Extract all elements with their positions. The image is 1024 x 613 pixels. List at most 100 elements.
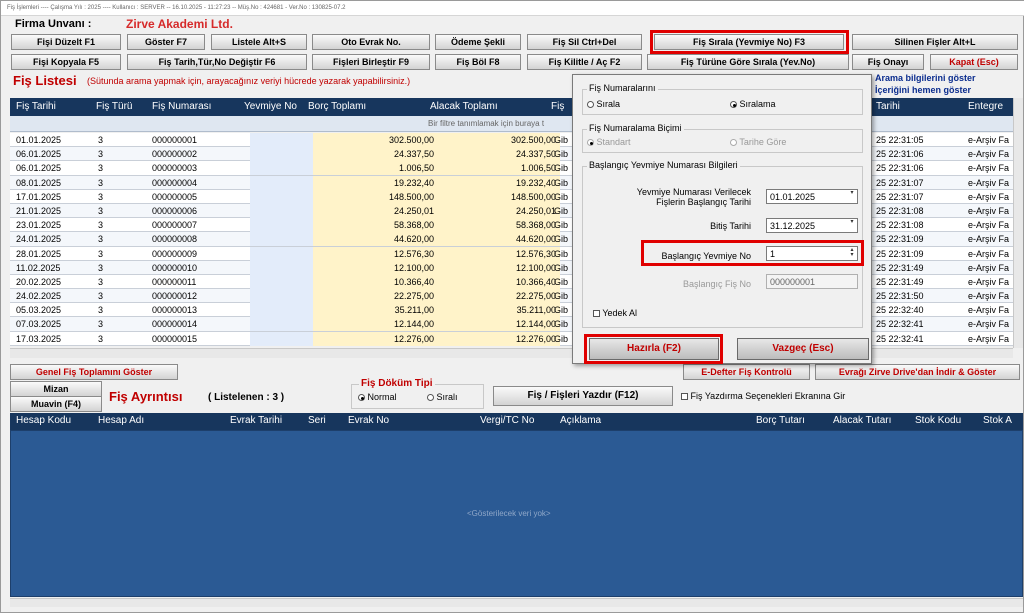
col-vergi-no[interactable]: Vergi/TC No — [480, 415, 534, 426]
cell-type: 3 — [98, 276, 104, 287]
col-seri[interactable]: Seri — [308, 415, 326, 426]
cell-alacak: 24.337,50 — [515, 149, 556, 160]
fis-approval-button[interactable]: Fiş Onayı — [852, 54, 924, 70]
muavin-button[interactable]: Muavin (F4) — [10, 396, 102, 412]
cell-date: 08.01.2025 — [16, 177, 62, 188]
company-label: Firma Unvanı : — [15, 18, 92, 30]
sirala-radio[interactable]: Sırala — [587, 99, 620, 109]
cell-entegre: e-Arşiv Fa — [968, 291, 1010, 302]
detail-horizontal-scrollbar[interactable] — [10, 598, 1023, 607]
print-fis-button[interactable]: Fiş / Fişleri Yazdır (F12) — [493, 386, 673, 406]
lock-fis-button[interactable]: Fiş Kilitle / Aç F2 — [527, 54, 642, 70]
col-alacak-tutari[interactable]: Alacak Tutarı — [833, 415, 891, 426]
edefter-check-button[interactable]: E-Defter Fiş Kontrolü — [683, 364, 810, 380]
prepare-highlight — [584, 334, 723, 364]
empty-message: <Gösterilecek veri yok> — [467, 509, 551, 518]
change-date-type-no-button[interactable]: Fiş Tarih,Tür,No Değiştir F6 — [127, 54, 307, 70]
col-fis-tarihi[interactable]: Fiş Tarihi — [16, 101, 56, 112]
edit-fis-button[interactable]: Fişi Düzelt F1 — [11, 34, 121, 50]
cell-fis: Gib — [554, 234, 569, 245]
end-date-field[interactable]: 31.12.2025 ▾ — [766, 218, 858, 233]
print-normal-radio[interactable]: Normal — [358, 392, 397, 402]
siralama-radio[interactable]: Sıralama — [730, 99, 776, 109]
mizan-button[interactable]: Mizan — [10, 381, 102, 397]
deleted-fis-button[interactable]: Silinen Fişler Alt+L — [852, 34, 1018, 50]
cell-type: 3 — [98, 149, 104, 160]
list-vertical-scrollbar[interactable] — [1013, 98, 1023, 348]
cell-entegre: e-Arşiv Fa — [968, 305, 1010, 316]
cell-entegre: e-Arşiv Fa — [968, 177, 1010, 188]
col-borc-tutari[interactable]: Borç Tutarı — [756, 415, 805, 426]
start-fis-field[interactable]: 000000001 — [766, 274, 858, 289]
col-hesap-kodu[interactable]: Hesap Kodu — [16, 415, 71, 426]
col-fis[interactable]: Fiş — [551, 101, 564, 112]
col-fis-turu[interactable]: Fiş Türü — [96, 101, 133, 112]
close-button[interactable]: Kapat (Esc) — [930, 54, 1018, 70]
print-options-checkbox[interactable]: Fiş Yazdırma Seçenekleri Ekranına Gir — [681, 391, 845, 401]
cell-alacak: 19.232,40 — [515, 177, 556, 188]
cell-borc: 12.576,30 — [393, 248, 434, 259]
col-stok-kodu[interactable]: Stok Kodu — [915, 415, 961, 426]
drive-download-button[interactable]: Evrağı Zirve Drive'dan İndir & Göster — [815, 364, 1020, 380]
list-button[interactable]: Listele Alt+S — [211, 34, 307, 50]
cell-time: 25 22:32:41 — [876, 319, 924, 330]
cancel-button[interactable]: Vazgeç (Esc) — [737, 338, 869, 360]
col-entegre[interactable]: Entegre — [968, 101, 1003, 112]
sort-dialog: Fiş Numaralarını Sırala Sıralama Fiş Num… — [572, 74, 872, 364]
cell-type: 3 — [98, 205, 104, 216]
cell-no: 000000013 — [152, 305, 198, 316]
col-fis-numarasi[interactable]: Fiş Numarası — [152, 101, 211, 112]
col-evrak-tarihi[interactable]: Evrak Tarihi — [230, 415, 282, 426]
cell-type: 3 — [98, 191, 104, 202]
standart-radio[interactable]: Standart — [587, 137, 631, 147]
start-date-field[interactable]: 01.01.2025 ▾ — [766, 189, 858, 204]
cell-entegre: e-Arşiv Fa — [968, 135, 1010, 145]
show-total-button[interactable]: Genel Fiş Toplamını Göster — [10, 364, 178, 380]
copy-fis-button[interactable]: Fişi Kopyala F5 — [11, 54, 121, 70]
cell-no: 000000015 — [152, 333, 198, 344]
cell-fis: Gib — [554, 248, 569, 259]
col-aciklama[interactable]: Açıklama — [560, 415, 601, 426]
col-tarihi[interactable]: Tarihi — [876, 101, 900, 112]
col-hesap-adi[interactable]: Hesap Adı — [98, 415, 144, 426]
backup-checkbox[interactable]: Yedek Al — [593, 308, 637, 318]
cell-date: 01.01.2025 — [16, 135, 62, 145]
col-stok-adi[interactable]: Stok A — [983, 415, 1012, 426]
col-borc-toplami[interactable]: Borç Toplamı — [308, 101, 366, 112]
cell-borc: 35.211,00 — [394, 305, 434, 316]
cell-time: 25 22:31:09 — [876, 234, 924, 245]
col-alacak-toplami[interactable]: Alacak Toplamı — [430, 101, 498, 112]
auto-doc-no-button[interactable]: Oto Evrak No. — [312, 34, 430, 50]
cell-entegre: e-Arşiv Fa — [968, 149, 1010, 160]
cell-borc: 12.276,00 — [393, 333, 434, 344]
cell-type: 3 — [98, 163, 104, 174]
cell-type: 3 — [98, 248, 104, 259]
cell-date: 06.01.2025 — [16, 163, 62, 174]
cell-no: 000000007 — [152, 220, 198, 231]
cell-alacak: 12.576,30 — [515, 248, 556, 259]
window-title: Fiş İşlemleri ---- Çalışma Yılı : 2025 -… — [1, 1, 1024, 16]
cell-fis: Gib — [554, 305, 569, 316]
split-fis-button[interactable]: Fiş Böl F8 — [435, 54, 521, 70]
show-content-link[interactable]: İçeriğini hemen göster — [875, 85, 971, 95]
merge-fis-button[interactable]: Fişleri Birleştir F9 — [312, 54, 430, 70]
cell-time: 25 22:31:09 — [876, 248, 924, 259]
start-fis-label: Başlangıç Fiş No — [682, 279, 751, 289]
list-title: Fiş Listesi — [13, 73, 77, 88]
delete-fis-button[interactable]: Fiş Sil Ctrl+Del — [527, 34, 642, 50]
sort-button-highlight — [650, 30, 849, 54]
print-type-label: Fiş Döküm Tipi — [359, 378, 435, 389]
col-yevmiye-no[interactable]: Yevmiye No — [244, 101, 297, 112]
cell-time: 25 22:31:50 — [876, 291, 924, 302]
tarihe-gore-radio[interactable]: Tarihe Göre — [730, 137, 786, 147]
cell-no: 000000011 — [152, 276, 197, 287]
sort-by-type-button[interactable]: Fiş Türüne Göre Sırala (Yev.No) — [647, 54, 849, 70]
search-info-link[interactable]: Arama bilgilerini göster — [875, 73, 976, 83]
cell-no: 000000012 — [152, 291, 198, 302]
cell-time: 25 22:32:41 — [876, 333, 924, 344]
col-evrak-no[interactable]: Evrak No — [348, 415, 389, 426]
cell-fis: Gib — [554, 149, 569, 160]
payment-type-button[interactable]: Ödeme Şekli — [435, 34, 521, 50]
show-button[interactable]: Göster F7 — [127, 34, 205, 50]
print-sirali-radio[interactable]: Sıralı — [427, 392, 458, 402]
